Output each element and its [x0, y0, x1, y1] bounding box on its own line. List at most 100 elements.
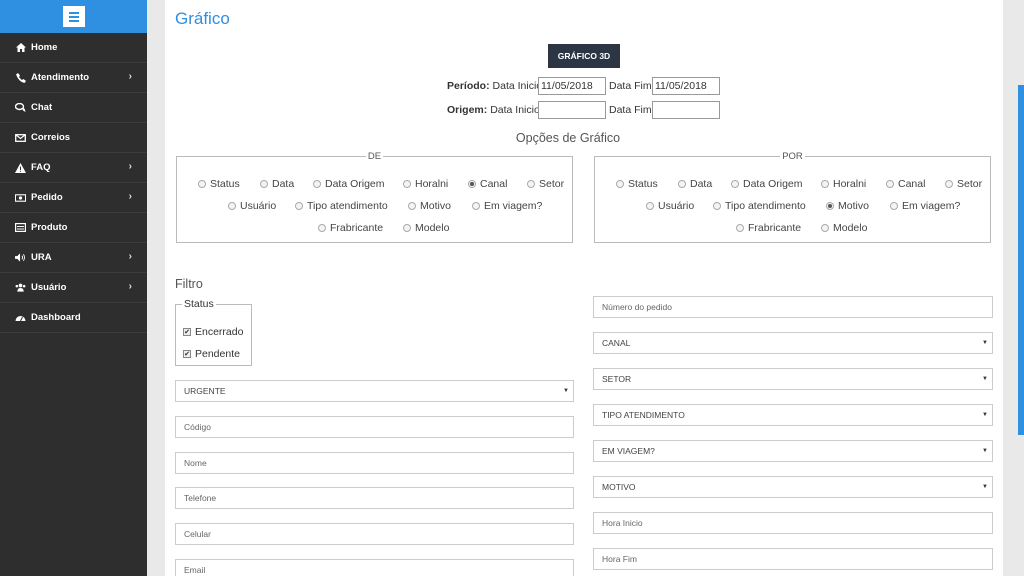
- hora-inicio-input[interactable]: Hora Inicio: [593, 512, 993, 534]
- por-options-box: POR Status Data Data Origem Horalni Cana…: [594, 151, 991, 243]
- de-radio-tipo-atendimento[interactable]: Tipo atendimento: [295, 200, 388, 212]
- sidebar-item-usuario[interactable]: Usuário ›: [0, 273, 147, 303]
- codigo-input[interactable]: Código: [175, 416, 574, 438]
- de-radio-usuario[interactable]: Usuário: [228, 200, 276, 212]
- sidebar-item-correios[interactable]: Correios: [0, 123, 147, 153]
- por-radio-motivo[interactable]: Motivo: [826, 200, 869, 212]
- phone-icon: [15, 72, 26, 83]
- sidebar-item-label: Produto: [31, 222, 68, 233]
- de-radio-em-viagem[interactable]: Em viagem?: [472, 200, 542, 212]
- celular-input[interactable]: Celular: [175, 523, 574, 545]
- filter-title: Filtro: [175, 277, 203, 291]
- por-radio-data[interactable]: Data: [678, 178, 712, 190]
- chat-icon: [15, 103, 26, 113]
- origem-label: Origem:: [447, 104, 488, 116]
- de-radio-data[interactable]: Data: [260, 178, 294, 190]
- por-radio-data-origem[interactable]: Data Origem: [731, 178, 803, 190]
- periodo-fim-label: Data Fim: [609, 80, 652, 92]
- sidebar-item-faq[interactable]: FAQ ›: [0, 153, 147, 183]
- chevron-right-icon: ›: [128, 281, 132, 292]
- sidebar-item-ura[interactable]: URA ›: [0, 243, 147, 273]
- sidebar-item-chat[interactable]: Chat: [0, 93, 147, 123]
- origem-inicio-label: Data Inicio: [490, 104, 540, 116]
- scrollbar[interactable]: [1018, 85, 1024, 435]
- money-icon: [15, 193, 26, 203]
- por-radio-canal[interactable]: Canal: [886, 178, 925, 190]
- status-checkbox-encerrado[interactable]: ✔ Encerrado: [183, 326, 243, 338]
- grafico-3d-button[interactable]: GRÁFICO 3D: [548, 44, 620, 68]
- status-checkbox-pendente[interactable]: ✔ Pendente: [183, 348, 240, 360]
- caret-down-icon: ▼: [982, 376, 988, 382]
- setor-select[interactable]: SETOR ▼: [593, 368, 993, 390]
- hora-fim-input[interactable]: Hora Fim: [593, 548, 993, 570]
- dashboard-icon: [15, 313, 26, 323]
- numero-pedido-input[interactable]: Número do pedido: [593, 296, 993, 318]
- de-radio-frabricante[interactable]: Frabricante: [318, 222, 383, 234]
- caret-down-icon: ▼: [982, 484, 988, 490]
- sidebar-item-label: Dashboard: [31, 312, 81, 323]
- sidebar-item-dashboard[interactable]: Dashboard: [0, 303, 147, 333]
- por-radio-status[interactable]: Status: [616, 178, 658, 190]
- sidebar-item-produto[interactable]: Produto: [0, 213, 147, 243]
- list-icon: [15, 223, 26, 233]
- de-radio-status[interactable]: Status: [198, 178, 240, 190]
- periodo-inicio-input[interactable]: [538, 77, 606, 95]
- users-icon: [15, 283, 26, 293]
- de-radio-data-origem[interactable]: Data Origem: [313, 178, 385, 190]
- chevron-right-icon: ›: [128, 191, 132, 202]
- sidebar-item-label: Atendimento: [31, 72, 90, 83]
- por-radio-horalni[interactable]: Horalni: [821, 178, 866, 190]
- sidebar-item-label: Home: [31, 42, 58, 53]
- page-title: Gráfico: [175, 9, 230, 28]
- priority-select[interactable]: URGENTE ▼: [175, 380, 574, 402]
- tipo-atendimento-select[interactable]: TIPO ATENDIMENTO ▼: [593, 404, 993, 426]
- chevron-right-icon: ›: [128, 71, 132, 82]
- por-radio-tipo-atendimento[interactable]: Tipo atendimento: [713, 200, 806, 212]
- sidebar-item-home[interactable]: Home: [0, 33, 147, 63]
- chevron-right-icon: ›: [128, 251, 132, 262]
- por-radio-usuario[interactable]: Usuário: [646, 200, 694, 212]
- por-radio-frabricante[interactable]: Frabricante: [736, 222, 801, 234]
- periodo-label: Período:: [447, 80, 490, 92]
- email-input[interactable]: Email: [175, 559, 574, 576]
- de-radio-modelo[interactable]: Modelo: [403, 222, 449, 234]
- por-radio-setor[interactable]: Setor: [945, 178, 982, 190]
- por-legend: POR: [782, 151, 803, 162]
- por-radio-modelo[interactable]: Modelo: [821, 222, 867, 234]
- sidebar-item-label: FAQ: [31, 162, 51, 173]
- chevron-right-icon: ›: [128, 161, 132, 172]
- home-icon: [15, 43, 26, 53]
- telefone-input[interactable]: Telefone: [175, 487, 574, 509]
- caret-down-icon: ▼: [982, 448, 988, 454]
- menu-toggle-button[interactable]: [62, 6, 85, 27]
- por-radio-em-viagem[interactable]: Em viagem?: [890, 200, 960, 212]
- canal-select[interactable]: CANAL ▼: [593, 332, 993, 354]
- sidebar-item-label: Pedido: [31, 192, 63, 203]
- periodo-fim-input[interactable]: [652, 77, 720, 95]
- de-radio-setor[interactable]: Setor: [527, 178, 564, 190]
- sidebar-item-label: URA: [31, 252, 52, 263]
- nome-input[interactable]: Nome: [175, 452, 574, 474]
- origem-row: Origem: Data Inicio: [447, 104, 540, 116]
- status-filter-box: Status ✔ Encerrado ✔ Pendente: [175, 298, 252, 366]
- checkbox-checked-icon: ✔: [183, 328, 191, 336]
- em-viagem-select[interactable]: EM VIAGEM? ▼: [593, 440, 993, 462]
- motivo-select[interactable]: MOTIVO ▼: [593, 476, 993, 498]
- origem-fim-input[interactable]: [652, 101, 720, 119]
- de-radio-motivo[interactable]: Motivo: [408, 200, 451, 212]
- caret-down-icon: ▼: [982, 340, 988, 346]
- options-title: Opções de Gráfico: [515, 131, 621, 145]
- sidebar-item-label: Chat: [31, 102, 53, 113]
- volume-icon: [15, 253, 26, 263]
- periodo-inicio-label: Data Inicio: [492, 80, 543, 92]
- sidebar-header: [0, 0, 147, 33]
- caret-down-icon: ▼: [563, 388, 569, 394]
- sidebar-item-pedido[interactable]: Pedido ›: [0, 183, 147, 213]
- hamburger-icon: [68, 11, 79, 14]
- de-radio-horalni[interactable]: Horalni: [403, 178, 448, 190]
- origem-inicio-input[interactable]: [538, 101, 606, 119]
- de-radio-canal[interactable]: Canal: [468, 178, 507, 190]
- sidebar-item-label: Usuário: [31, 282, 67, 293]
- warning-icon: [15, 162, 26, 173]
- sidebar-item-atendimento[interactable]: Atendimento ›: [0, 63, 147, 93]
